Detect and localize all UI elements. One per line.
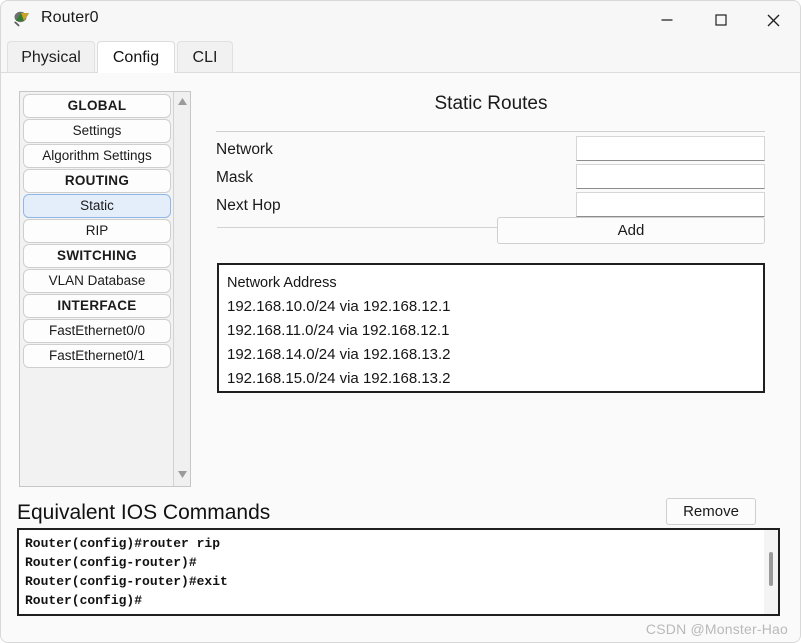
config-content-pane: GLOBAL Settings Algorithm Settings ROUTI… (1, 72, 800, 642)
title-bar: Router0 (1, 1, 800, 39)
maximize-button[interactable] (698, 1, 744, 39)
sidebar-item-routing: ROUTING (23, 169, 171, 193)
routes-list-header: Network Address (227, 275, 337, 291)
sidebar-item-switching: SWITCHING (23, 244, 171, 268)
add-button[interactable]: Add (497, 217, 765, 244)
triangle-down-icon[interactable] (174, 467, 190, 484)
list-item[interactable]: 192.168.10.0/24 via 192.168.12.1 (227, 295, 763, 319)
sidebar-item-rip[interactable]: RIP (23, 219, 171, 243)
console-line: Router(config-router)# (25, 555, 197, 570)
window-title: Router0 (41, 9, 99, 26)
sidebar-item-global: GLOBAL (23, 94, 171, 118)
sidebar-item-static[interactable]: Static (23, 194, 171, 218)
tab-physical[interactable]: Physical (7, 41, 95, 73)
sidebar-item-list: GLOBAL Settings Algorithm Settings ROUTI… (20, 92, 173, 486)
sidebar-item-algorithm-settings[interactable]: Algorithm Settings (23, 144, 171, 168)
form-divider (217, 227, 497, 228)
list-item[interactable]: 192.168.15.0/24 via 192.168.13.2 (227, 367, 763, 391)
tab-bar: Physical Config CLI (1, 39, 800, 73)
triangle-up-icon[interactable] (174, 94, 190, 111)
console-line: Router(config-router)#exit (25, 574, 228, 589)
tab-config[interactable]: Config (97, 41, 175, 73)
next-hop-input[interactable] (576, 192, 765, 217)
sidebar-item-fastethernet0-1[interactable]: FastEthernet0/1 (23, 344, 171, 368)
watermark: CSDN @Monster-Hao (645, 621, 788, 637)
console-scrollbar[interactable] (764, 530, 778, 614)
list-item[interactable]: 192.168.11.0/24 via 192.168.12.1 (227, 319, 763, 343)
title-divider (216, 131, 765, 132)
minimize-button[interactable] (644, 1, 690, 39)
tab-cli[interactable]: CLI (177, 41, 233, 73)
routes-list[interactable]: Network Address 192.168.10.0/24 via 192.… (217, 263, 765, 393)
sidebar-item-fastethernet0-0[interactable]: FastEthernet0/0 (23, 319, 171, 343)
console-scrollbar-thumb[interactable] (769, 552, 773, 586)
mask-label: Mask (216, 169, 254, 186)
ios-commands-console[interactable]: Router(config)#router rip Router(config-… (17, 528, 780, 616)
sidebar-item-settings[interactable]: Settings (23, 119, 171, 143)
list-item[interactable]: 192.168.14.0/24 via 192.168.13.2 (227, 343, 763, 367)
next-hop-label: Next Hop (216, 197, 281, 214)
ios-commands-text: Router(config)#router rip Router(config-… (19, 530, 764, 610)
console-line: Router(config)#router rip (25, 536, 221, 551)
network-label: Network (216, 141, 273, 158)
sidebar-item-interface: INTERFACE (23, 294, 171, 318)
sidebar-item-vlan-database[interactable]: VLAN Database (23, 269, 171, 293)
config-sidebar: GLOBAL Settings Algorithm Settings ROUTI… (19, 91, 191, 487)
router-config-window: Router0 Physical Config CLI GLOBAL Setti… (0, 0, 801, 643)
remove-button[interactable]: Remove (666, 498, 756, 525)
console-line: Router(config)# (25, 593, 143, 608)
ios-commands-heading: Equivalent IOS Commands (17, 501, 271, 524)
router-device-icon (13, 10, 33, 30)
sidebar-scrollbar[interactable] (173, 92, 190, 486)
close-button[interactable] (750, 1, 796, 39)
network-input[interactable] (576, 136, 765, 161)
page-title: Static Routes (434, 93, 548, 114)
mask-input[interactable] (576, 164, 765, 189)
